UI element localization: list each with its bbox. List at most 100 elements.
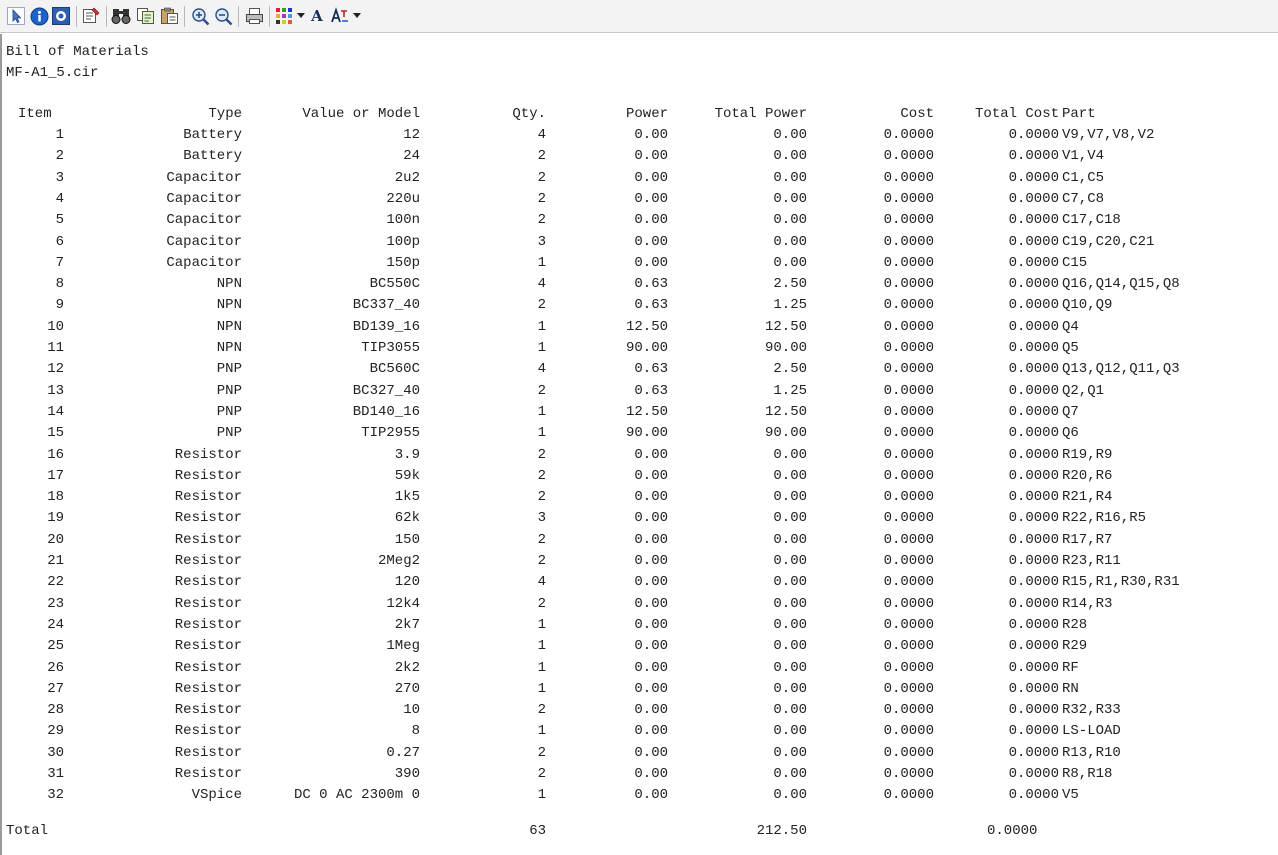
cell-qty: 2 (537, 531, 546, 548)
cell-part: V1,V4 (1062, 148, 1105, 165)
paste-icon[interactable] (159, 6, 179, 26)
print-icon[interactable] (244, 6, 264, 26)
cell-qty: 1 (537, 659, 546, 676)
cell-value: 150 (394, 531, 420, 548)
cell-qty: 2 (537, 212, 546, 229)
cell-value: 12k4 (386, 595, 420, 612)
cell-power: 0.00 (634, 744, 668, 761)
cell-part: R32,R33 (1062, 702, 1121, 719)
cell-total-power: 0.00 (773, 553, 807, 569)
cell-power: 0.00 (634, 446, 668, 463)
cell-power: 0.00 (634, 723, 668, 740)
cell-power: 0.00 (634, 574, 668, 591)
cell-part: C1,C5 (1062, 169, 1105, 186)
cell-type: Resistor (174, 744, 242, 761)
cell-total-cost: 0.0000 (1008, 510, 1059, 527)
cell-cost: 0.0000 (883, 659, 934, 676)
copy-icon[interactable] (135, 6, 155, 26)
cell-total-cost: 0.0000 (1008, 659, 1059, 676)
find-icon[interactable] (111, 6, 131, 26)
cell-cost: 0.0000 (883, 595, 934, 612)
toolbar-separator (184, 6, 185, 27)
cell-cost: 0.0000 (883, 148, 934, 165)
cell-power: 0.00 (634, 553, 668, 569)
column-header-value: Value or Model (302, 106, 420, 122)
cell-power: 0.00 (634, 148, 668, 165)
cell-total-power: 0.00 (773, 169, 807, 186)
cell-value: TIP2955 (361, 425, 420, 442)
cell-qty: 1 (537, 340, 546, 356)
cell-cost: 0.0000 (883, 254, 934, 271)
cell-type: Resistor (174, 702, 242, 719)
cell-cost: 0.0000 (883, 553, 934, 569)
column-header-total-power: Total Power (714, 106, 807, 122)
cell-item: 8 (55, 276, 64, 293)
help-icon[interactable] (51, 6, 71, 26)
toolbar-separator (269, 6, 270, 27)
cell-total-cost: 0.0000 (1008, 723, 1059, 740)
toolbar-separator (106, 6, 107, 27)
cell-value: 150p (386, 254, 420, 271)
cell-item: 22 (47, 574, 64, 591)
cell-cost: 0.0000 (883, 702, 934, 719)
cell-power: 0.00 (634, 616, 668, 633)
cell-item: 29 (47, 723, 64, 740)
cell-qty: 1 (537, 787, 546, 804)
cell-part: Q16,Q14,Q15,Q8 (1062, 276, 1180, 293)
cell-cost: 0.0000 (883, 766, 934, 782)
cell-total-power: 12.50 (764, 403, 807, 420)
cell-value: BC550C (369, 276, 420, 293)
cell-total-cost: 0.0000 (1008, 254, 1059, 271)
cell-cost: 0.0000 (883, 212, 934, 229)
cell-type: Battery (183, 148, 242, 165)
cell-item: 1 (55, 127, 64, 143)
cell-item: 16 (47, 446, 64, 463)
cell-power: 0.00 (634, 489, 668, 506)
cell-value: BD140_16 (352, 403, 420, 420)
zoom-in-icon[interactable] (190, 6, 210, 26)
cell-qty: 4 (537, 276, 546, 293)
cell-total-power: 0.00 (773, 489, 807, 506)
cell-total-power: 0.00 (773, 254, 807, 271)
cell-total-power: 0.00 (773, 127, 807, 143)
cell-type: Resistor (174, 680, 242, 697)
dropdown-arrow-icon[interactable] (296, 6, 306, 26)
cell-type: Battery (183, 127, 242, 143)
cell-total-cost: 0.0000 (1008, 361, 1059, 378)
report-text-area[interactable]: Bill of Materials MF-A1_5.cir Item Type Va… (0, 34, 1278, 855)
pointer-icon[interactable] (6, 6, 26, 26)
cell-part: R8,R18 (1062, 766, 1113, 782)
cell-part: Q7 (1062, 403, 1079, 420)
cell-type: Capacitor (166, 254, 242, 271)
cell-part: RN (1062, 680, 1079, 697)
cell-power: 0.63 (634, 297, 668, 314)
properties-icon[interactable] (81, 6, 101, 26)
cell-item: 27 (47, 680, 64, 697)
cell-qty: 2 (537, 595, 546, 612)
zoom-out-icon[interactable] (213, 6, 233, 26)
cell-total-power: 0.00 (773, 467, 807, 484)
text-format-icon[interactable] (330, 6, 350, 26)
font-icon[interactable]: A (309, 6, 325, 26)
cell-type: Resistor (174, 723, 242, 740)
cell-power: 0.00 (634, 595, 668, 612)
cell-type: VSpice (191, 787, 242, 804)
dropdown-arrow-icon[interactable] (352, 6, 362, 26)
cell-value: 2k2 (394, 659, 420, 676)
cell-item: 6 (55, 233, 64, 250)
cell-total-power: 0.00 (773, 531, 807, 548)
cell-power: 0.63 (634, 276, 668, 293)
cell-total-cost: 0.0000 (1008, 169, 1059, 186)
cell-cost: 0.0000 (883, 616, 934, 633)
cell-cost: 0.0000 (883, 723, 934, 740)
cell-qty: 2 (537, 744, 546, 761)
cell-value: 62k (394, 510, 420, 527)
cell-power: 0.00 (634, 233, 668, 250)
info-icon[interactable] (29, 6, 49, 26)
cell-part: R22,R16,R5 (1062, 510, 1147, 527)
cell-power: 0.00 (634, 127, 668, 143)
color-grid-icon[interactable] (274, 6, 294, 26)
cell-item: 2 (55, 148, 64, 165)
cell-value: 10 (403, 702, 420, 719)
cell-value: 3.9 (394, 446, 420, 463)
